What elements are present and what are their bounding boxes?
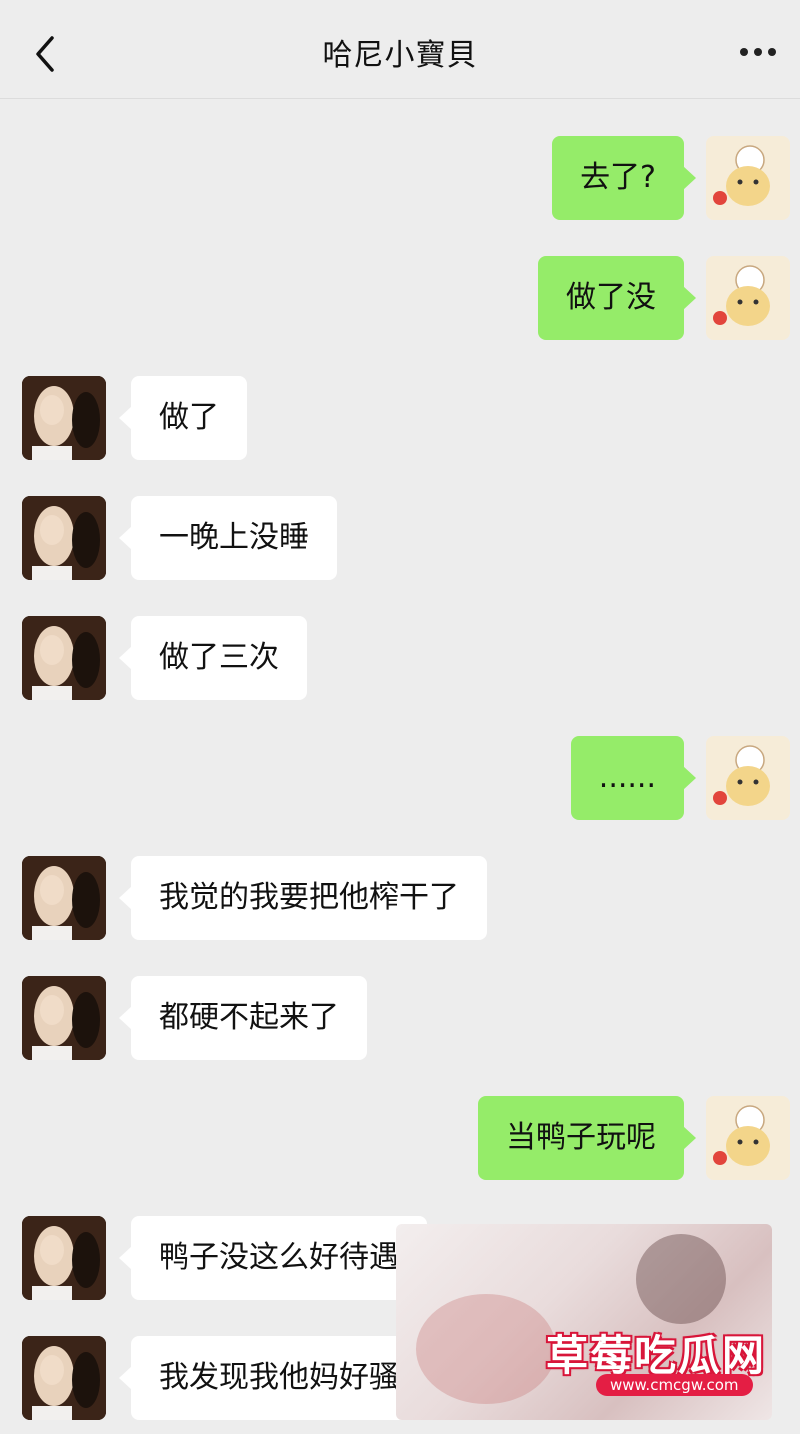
- message-bubble[interactable]: 做了没: [538, 256, 696, 340]
- contact-avatar[interactable]: [22, 856, 106, 940]
- watermark-url: www.cmcgw.com: [596, 1374, 753, 1396]
- self-avatar[interactable]: [706, 136, 790, 220]
- more-dots-icon[interactable]: [736, 40, 780, 64]
- message-bubble[interactable]: 鸭子没这么好待遇: [119, 1216, 427, 1300]
- contact-avatar[interactable]: [22, 616, 106, 700]
- chat-header: 哈尼小寶貝: [0, 0, 800, 99]
- contact-avatar[interactable]: [22, 496, 106, 580]
- contact-avatar[interactable]: [22, 1216, 106, 1300]
- contact-avatar[interactable]: [22, 1336, 106, 1420]
- message-bubble[interactable]: 我发现我他妈好骚: [119, 1336, 427, 1420]
- watermark-overlay: 草莓吃瓜网 www.cmcgw.com: [396, 1224, 772, 1420]
- message-bubble[interactable]: 我觉的我要把他榨干了: [119, 856, 487, 940]
- contact-avatar[interactable]: [22, 376, 106, 460]
- message-bubble[interactable]: ......: [570, 736, 697, 820]
- message-bubble[interactable]: 都硬不起来了: [119, 976, 367, 1060]
- message-bubble[interactable]: 做了: [119, 376, 247, 460]
- message-bubble[interactable]: 做了三次: [119, 616, 307, 700]
- chat-title: 哈尼小寶貝: [322, 38, 478, 73]
- self-avatar[interactable]: [706, 736, 790, 820]
- self-avatar[interactable]: [706, 256, 790, 340]
- message-bubble[interactable]: 去了?: [552, 136, 696, 220]
- message-bubble[interactable]: 一晚上没睡: [119, 496, 337, 580]
- self-avatar[interactable]: [706, 1096, 790, 1180]
- message-bubble[interactable]: 当鸭子玩呢: [478, 1096, 696, 1180]
- contact-avatar[interactable]: [22, 976, 106, 1060]
